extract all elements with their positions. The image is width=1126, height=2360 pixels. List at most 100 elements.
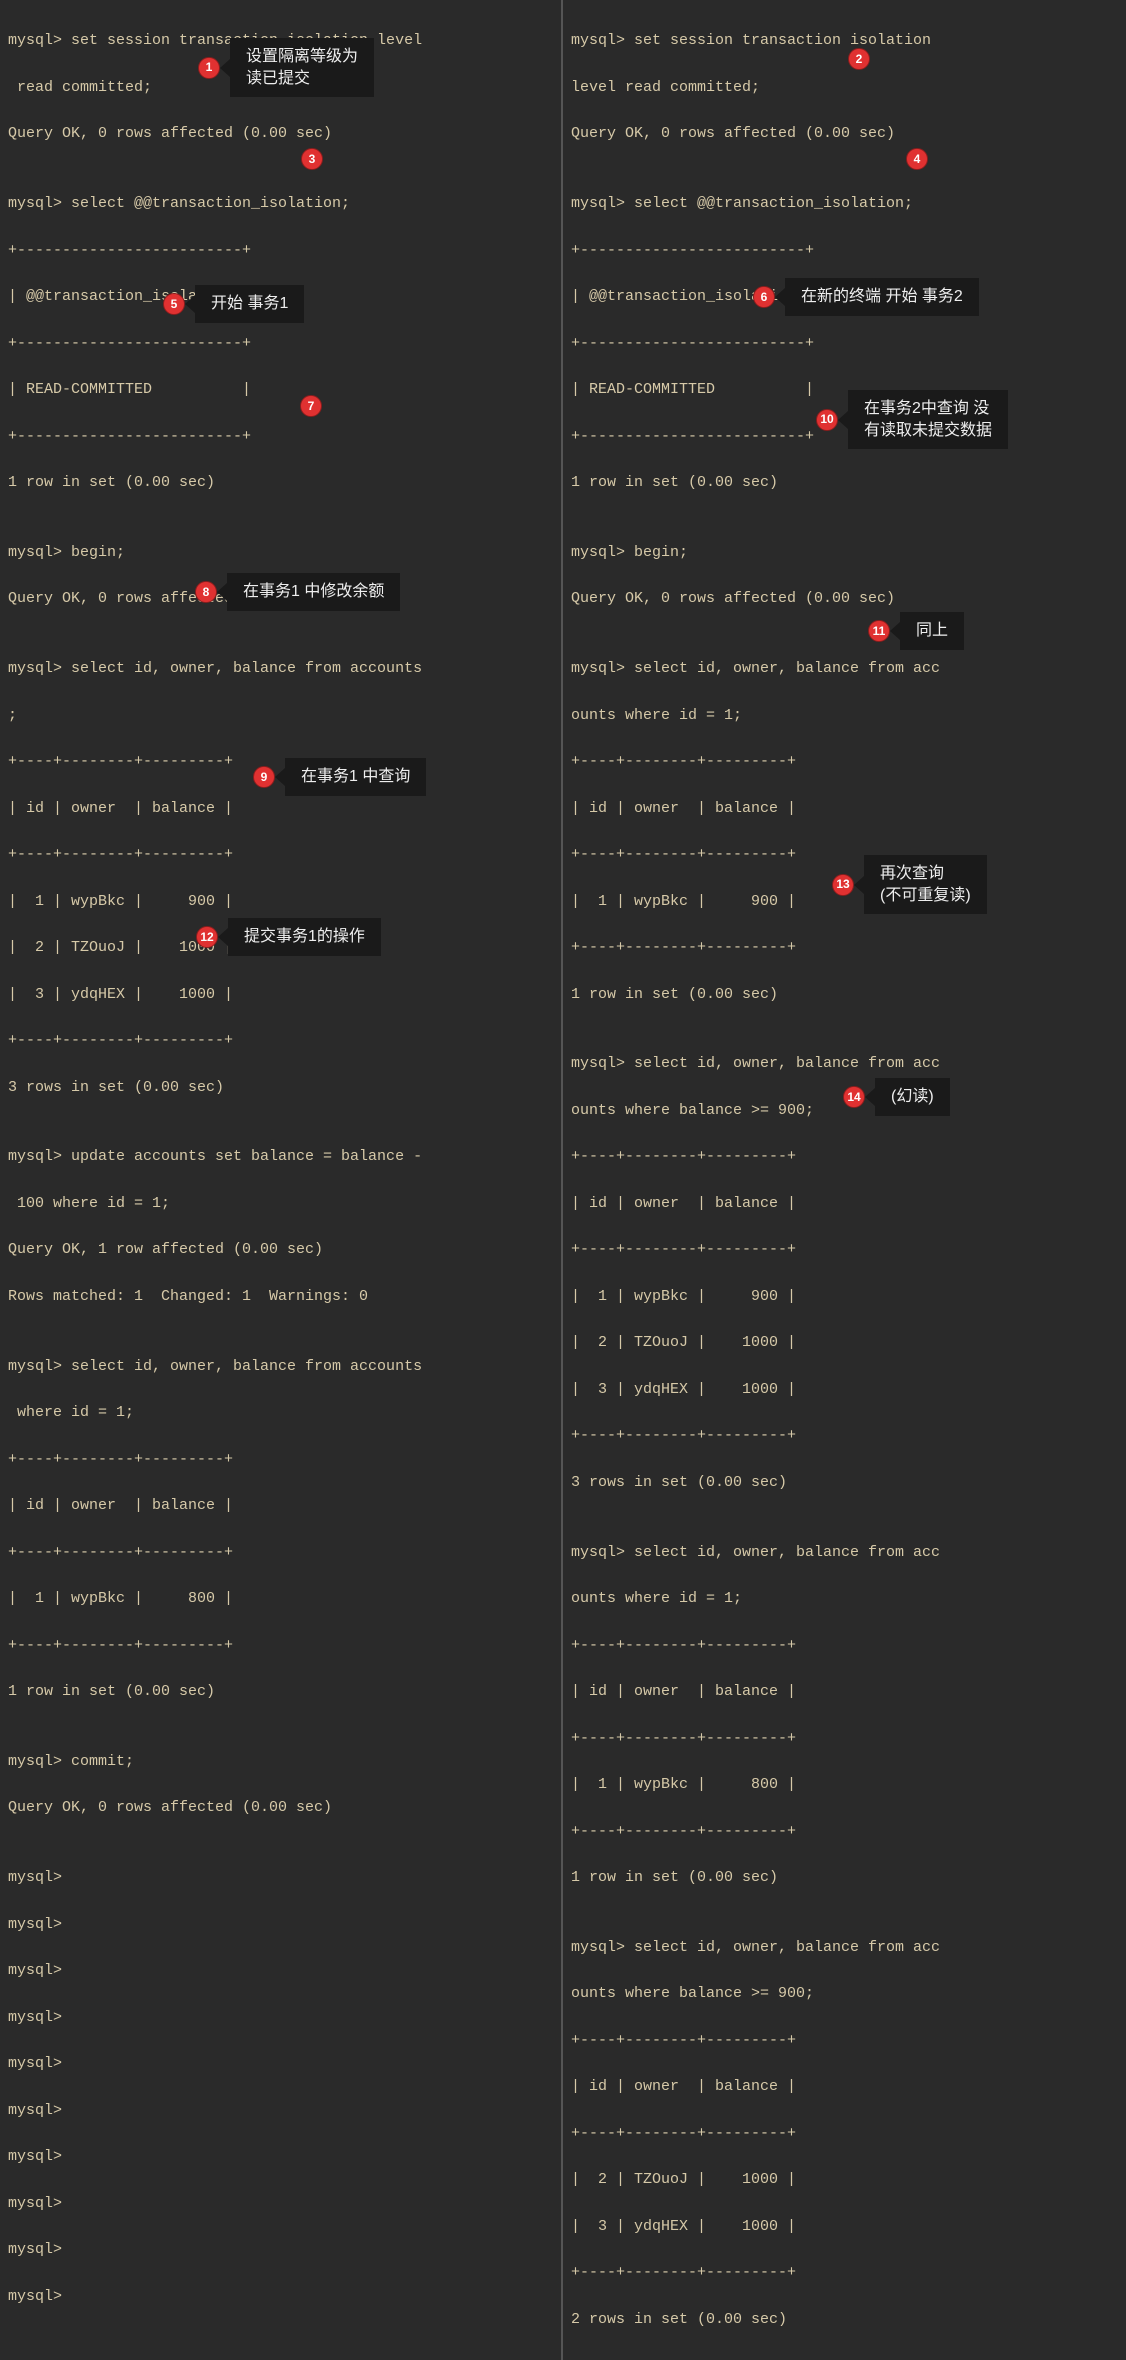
- term-line: +-------------------------+: [8, 332, 553, 355]
- term-line: +----+--------+---------+: [571, 936, 1118, 959]
- left-terminal[interactable]: mysql> set session transaction isolation…: [0, 0, 563, 2360]
- term-line: +----+--------+---------+: [571, 2029, 1118, 2052]
- badge-icon: 13: [832, 874, 854, 896]
- term-line: Query OK, 0 rows affected (0.00 sec): [8, 122, 553, 145]
- term-line: ounts where id = 1;: [571, 704, 1118, 727]
- term-line: 1 row in set (0.00 sec): [571, 1866, 1118, 1889]
- term-line: mysql>: [8, 2285, 553, 2308]
- term-line: +----+--------+---------+: [8, 1029, 553, 1052]
- annotation-bubble: 在事务1 中查询: [285, 758, 426, 796]
- term-line: +----+--------+---------+: [571, 1727, 1118, 1750]
- term-line: mysql>: [8, 2099, 553, 2122]
- term-line: +----+--------+---------+: [571, 1424, 1118, 1447]
- annotation-bubble: 同上: [900, 612, 964, 650]
- term-line: mysql> select @@transaction_isolation;: [571, 192, 1118, 215]
- term-line: mysql> set session transaction isolation: [571, 29, 1118, 52]
- badge-icon: 2: [848, 48, 870, 70]
- term-line: Query OK, 0 rows affected (0.00 sec): [571, 122, 1118, 145]
- right-terminal[interactable]: mysql> set session transaction isolation…: [563, 0, 1126, 2360]
- term-line: | READ-COMMITTED |: [8, 378, 553, 401]
- term-line: 1 row in set (0.00 sec): [571, 471, 1118, 494]
- annotation-7: 7: [300, 395, 322, 417]
- term-line: level read committed;: [571, 76, 1118, 99]
- term-line: Query OK, 0 rows affected (0.00 sec): [8, 1796, 553, 1819]
- term-line: | 1 | wypBkc | 900 |: [571, 1285, 1118, 1308]
- badge-icon: 5: [163, 293, 185, 315]
- term-line: mysql>: [8, 2145, 553, 2168]
- term-line: | 2 | TZOuoJ | 1000 |: [571, 1331, 1118, 1354]
- term-line: mysql> select id, owner, balance from ac…: [8, 657, 553, 680]
- badge-icon: 1: [198, 57, 220, 79]
- term-line: mysql>: [8, 2238, 553, 2261]
- term-line: +-------------------------+: [571, 332, 1118, 355]
- term-line: mysql> select id, owner, balance from ac…: [571, 1541, 1118, 1564]
- arrow-left-icon: [217, 583, 227, 601]
- term-line: mysql> select id, owner, balance from ac…: [571, 1052, 1118, 1075]
- term-line: mysql>: [8, 2006, 553, 2029]
- term-line: mysql> select id, owner, balance from ac…: [571, 1936, 1118, 1959]
- term-line: mysql> select id, owner, balance from ac…: [8, 1355, 553, 1378]
- term-line: 3 rows in set (0.00 sec): [571, 1471, 1118, 1494]
- term-line: | 3 | ydqHEX | 1000 |: [8, 983, 553, 1006]
- term-line: Query OK, 1 row affected (0.00 sec): [8, 1238, 553, 1261]
- arrow-left-icon: [890, 622, 900, 640]
- term-line: | id | owner | balance |: [571, 797, 1118, 820]
- badge-icon: 3: [301, 148, 323, 170]
- term-line: +----+--------+---------+: [571, 1238, 1118, 1261]
- term-line: Query OK, 0 rows affected (0.00 sec): [571, 587, 1118, 610]
- badge-icon: 7: [300, 395, 322, 417]
- term-line: +----+--------+---------+: [571, 750, 1118, 773]
- annotation-10: 10 在事务2中查询 没 有读取未提交数据: [816, 390, 1008, 449]
- annotation-bubble: 在新的终端 开始 事务2: [785, 278, 979, 316]
- term-line: | id | owner | balance |: [571, 2075, 1118, 2098]
- term-line: 100 where id = 1;: [8, 1192, 553, 1215]
- arrow-left-icon: [854, 876, 864, 894]
- term-line: +----+--------+---------+: [571, 1145, 1118, 1168]
- term-line: | id | owner | balance |: [8, 1494, 553, 1517]
- term-line: 1 row in set (0.00 sec): [8, 1680, 553, 1703]
- term-line: 2 rows in set (0.00 sec): [571, 2308, 1118, 2331]
- annotation-bubble: 再次查询 (不可重复读): [864, 855, 987, 914]
- term-line: 1 row in set (0.00 sec): [8, 471, 553, 494]
- arrow-left-icon: [865, 1088, 875, 1106]
- term-line: +----+--------+---------+: [571, 1820, 1118, 1843]
- term-line: +----+--------+---------+: [8, 843, 553, 866]
- annotation-8: 8 在事务1 中修改余额: [195, 573, 400, 611]
- annotation-bubble: 设置隔离等级为 读已提交: [230, 38, 374, 97]
- badge-icon: 4: [906, 148, 928, 170]
- annotation-bubble: 开始 事务1: [195, 285, 304, 323]
- annotation-bubble: (幻读): [875, 1078, 950, 1116]
- term-line: +----+--------+---------+: [571, 2261, 1118, 2284]
- term-line: mysql>: [8, 1959, 553, 1982]
- term-line: +----+--------+---------+: [8, 1634, 553, 1657]
- arrow-left-icon: [775, 288, 785, 306]
- term-line: | 3 | ydqHEX | 1000 |: [571, 2215, 1118, 2238]
- arrow-left-icon: [220, 59, 230, 77]
- annotation-14: 14 (幻读): [843, 1078, 950, 1116]
- term-line: mysql>: [8, 1866, 553, 1889]
- annotation-5: 5 开始 事务1: [163, 285, 304, 323]
- term-line: ounts where balance >= 900;: [571, 1982, 1118, 2005]
- annotation-9: 9 在事务1 中查询: [253, 758, 426, 796]
- term-line: mysql> commit;: [8, 1750, 553, 1773]
- badge-icon: 14: [843, 1086, 865, 1108]
- badge-icon: 6: [753, 286, 775, 308]
- annotation-13: 13 再次查询 (不可重复读): [832, 855, 987, 914]
- term-line: +-------------------------+: [571, 239, 1118, 262]
- annotation-4: 4: [906, 148, 928, 170]
- term-line: mysql> select @@transaction_isolation;: [8, 192, 553, 215]
- term-line: ;: [8, 704, 553, 727]
- term-line: 1 row in set (0.00 sec): [571, 983, 1118, 1006]
- term-line: +----+--------+---------+: [571, 1634, 1118, 1657]
- term-line: mysql>: [8, 2052, 553, 2075]
- term-line: ounts where id = 1;: [571, 1587, 1118, 1610]
- term-line: | 2 | TZOuoJ | 1000 |: [571, 2168, 1118, 2191]
- annotation-bubble: 在事务2中查询 没 有读取未提交数据: [848, 390, 1008, 449]
- arrow-left-icon: [185, 295, 195, 313]
- annotation-12: 12 提交事务1的操作: [196, 918, 381, 956]
- term-line: mysql>: [8, 2192, 553, 2215]
- badge-icon: 12: [196, 926, 218, 948]
- term-line: where id = 1;: [8, 1401, 553, 1424]
- badge-icon: 9: [253, 766, 275, 788]
- term-line: | 1 | wypBkc | 800 |: [571, 1773, 1118, 1796]
